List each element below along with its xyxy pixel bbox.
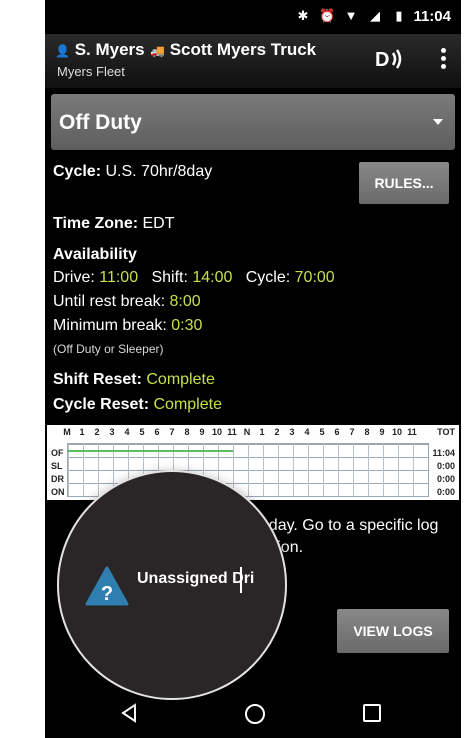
hour-label: 11 [227, 427, 237, 437]
hour-label: 9 [379, 427, 385, 437]
driver-label: S. Myers [74, 40, 145, 59]
row-label-of: OF [51, 448, 64, 458]
shift-label: Shift: [151, 269, 188, 286]
until-rest-label: Until rest break: [53, 293, 166, 310]
hour-label: 1 [259, 427, 265, 437]
alarm-icon: ⏰ [319, 8, 336, 23]
time-zone-row: Time Zone: EDT [53, 215, 175, 233]
cycle-value: U.S. 70hr/8day [105, 163, 213, 180]
off-duty-line [67, 450, 233, 452]
hour-label: N [243, 427, 251, 437]
break-note: (Off Duty or Sleeper) [53, 342, 164, 356]
total-sl: 0:00 [436, 461, 455, 471]
android-nav-bar [45, 691, 461, 738]
cycle-row: Cycle: U.S. 70hr/8day [53, 163, 212, 181]
min-break-row: Minimum break: 0:30 [53, 317, 202, 335]
overlay-cursor [240, 567, 242, 593]
rules-button[interactable]: RULES... [359, 162, 449, 204]
duty-status-dropdown[interactable]: Off Duty [51, 94, 455, 150]
cycle-avail-value: 70:00 [294, 269, 335, 286]
hour-label: 10 [391, 427, 403, 437]
truck-icon: 🚚 [150, 44, 165, 58]
hour-labels: M 1 2 3 4 5 6 7 8 9 10 11 N 1 2 3 4 5 6 7 8 9 10 11 [63, 427, 425, 437]
hour-label: 1 [79, 427, 85, 437]
until-rest-value: 8:00 [169, 293, 201, 310]
hour-label: 10 [211, 427, 223, 437]
until-rest-row: Until rest break: 8:00 [53, 293, 201, 311]
signal-icon: ◢ [370, 8, 380, 23]
svg-text:?: ? [101, 583, 113, 605]
drive-label: Drive: [53, 269, 95, 286]
cycle-reset-label: Cycle Reset: [53, 396, 150, 413]
truck-name[interactable]: 🚚 Scott Myers Truck [150, 40, 316, 60]
cycle-reset-row: Cycle Reset: Complete [53, 396, 222, 414]
back-icon[interactable] [119, 702, 139, 724]
hour-label: 8 [364, 427, 370, 437]
bluetooth-icon: ✱ [297, 8, 309, 23]
wifi-icon: ▼ [344, 8, 358, 23]
view-logs-button[interactable]: VIEW LOGS [337, 609, 449, 653]
person-icon: 👤 [55, 44, 70, 58]
shift-reset-row: Shift Reset: Complete [53, 371, 215, 389]
hour-label: 5 [319, 427, 325, 437]
status-bar: ✱ ⏰ ▼ ◢ ▮ 11:04 [45, 0, 461, 34]
hour-label: 3 [289, 427, 295, 437]
battery-icon: ▮ [395, 8, 403, 23]
dropdown-caret-icon [433, 119, 443, 125]
app-header: 👤 S. Myers 🚚 Scott Myers Truck Myers Fle… [45, 34, 461, 88]
truck-label: Scott Myers Truck [169, 40, 317, 59]
min-break-value: 0:30 [171, 317, 203, 334]
recent-apps-icon[interactable] [363, 704, 381, 722]
home-icon[interactable] [245, 704, 265, 724]
hour-label: 4 [124, 427, 130, 437]
hour-label: 11 [407, 427, 417, 437]
shift-reset-label: Shift Reset: [53, 371, 142, 388]
hour-label: 6 [334, 427, 340, 437]
unassigned-driving-label: Unassigned Dri [137, 570, 255, 587]
total-of: 11:04 [432, 448, 455, 458]
hour-label: 9 [199, 427, 205, 437]
svg-text:D: D [375, 49, 389, 71]
fleet-name: Myers Fleet [57, 64, 125, 79]
connection-button[interactable]: D [375, 44, 409, 74]
status-icons: ✱ ⏰ ▼ ◢ ▮ [295, 8, 407, 24]
row-label-on: ON [51, 487, 65, 497]
hour-label: 4 [304, 427, 310, 437]
clock: 11:04 [413, 8, 451, 25]
availability-title: Availability [53, 246, 137, 263]
time-zone-value: EDT [142, 215, 175, 232]
connection-icon: D [375, 49, 402, 71]
time-zone-label: Time Zone: [53, 215, 139, 232]
row-label-dr: DR [51, 474, 64, 484]
total-on: 0:00 [436, 487, 455, 497]
min-break-label: Minimum break: [53, 317, 167, 334]
hour-label: 7 [169, 427, 175, 437]
hour-label: 2 [274, 427, 280, 437]
availability-row: Drive: 11:00 Shift: 14:00 Cycle: 70:00 [53, 269, 335, 287]
cycle-avail-label: Cycle: [245, 269, 291, 286]
hour-label: 7 [349, 427, 355, 437]
hour-label: 6 [154, 427, 160, 437]
overflow-menu-icon[interactable] [439, 48, 447, 72]
driver-name[interactable]: 👤 S. Myers [55, 40, 145, 60]
hour-label: 2 [94, 427, 100, 437]
phone-screen: ✱ ⏰ ▼ ◢ ▮ 11:04 👤 S. Myers 🚚 Scott Myers… [45, 0, 461, 738]
warning-icon: ? [85, 566, 129, 606]
row-label-sl: SL [51, 461, 63, 471]
hour-label: 5 [139, 427, 145, 437]
cycle-reset-value: Complete [153, 396, 222, 413]
cycle-label: Cycle: [53, 163, 102, 180]
total-dr: 0:00 [436, 474, 455, 484]
hour-label: 8 [184, 427, 190, 437]
duty-status-value: Off Duty [59, 111, 142, 134]
hour-label: M [63, 427, 71, 437]
tutorial-magnifier-overlay[interactable]: ? Unassigned Dri [57, 470, 287, 700]
shift-value: 14:00 [192, 269, 233, 286]
hour-label: 3 [109, 427, 115, 437]
drive-value: 11:00 [99, 269, 139, 286]
total-header: TOT [437, 427, 455, 437]
shift-reset-value: Complete [146, 371, 215, 388]
